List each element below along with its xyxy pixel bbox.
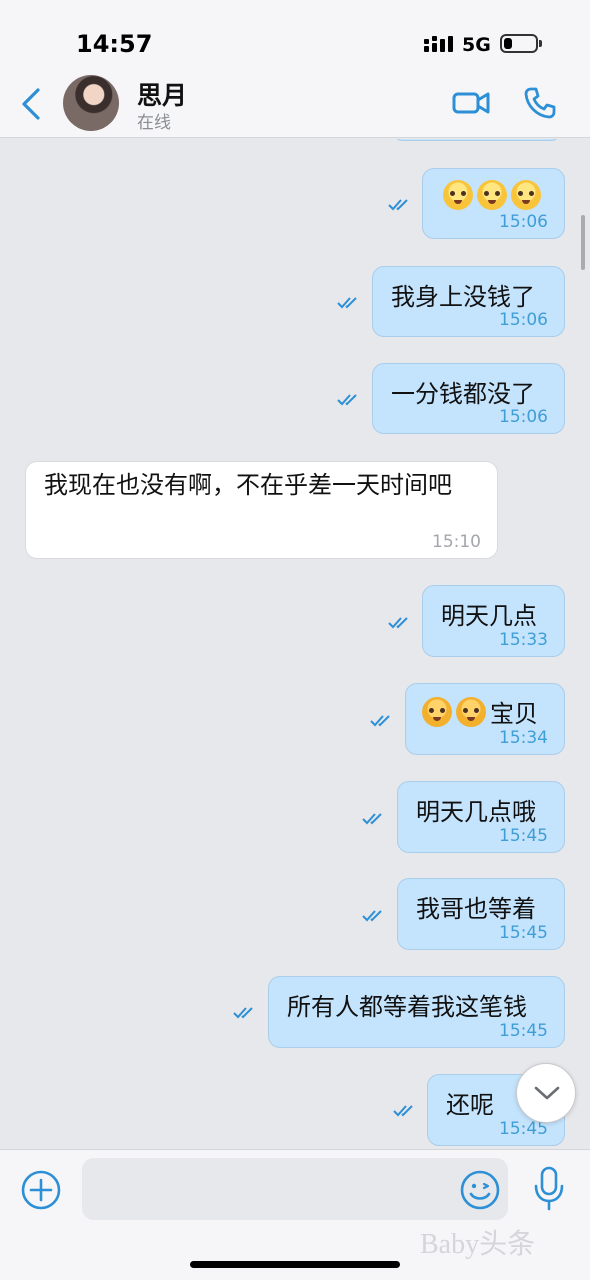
- battery-level: [504, 38, 512, 49]
- phone-icon[interactable]: [523, 86, 557, 120]
- message-bubble[interactable]: 我身上没钱了 15:06: [372, 266, 565, 337]
- attach-plus-icon[interactable]: [20, 1169, 62, 1211]
- message-content: 宝贝: [422, 694, 538, 729]
- cry-emoji-icon: [443, 180, 473, 210]
- message-time: 15:45: [499, 826, 548, 846]
- message-text: 我身上没钱了: [391, 283, 535, 311]
- contact-status: 在线: [137, 113, 171, 133]
- sob-emoji-icon: [422, 696, 452, 727]
- message-text: 一分钱都没了: [391, 380, 535, 408]
- message-time: 15:45: [499, 923, 548, 943]
- cry-emoji-icon: [477, 180, 507, 210]
- message-bubble[interactable]: 15:06: [422, 168, 565, 239]
- message-time: 15:10: [432, 532, 481, 552]
- message-bubble[interactable]: 明天几点哦 15:45: [397, 781, 565, 853]
- battery-icon: [500, 34, 542, 53]
- chat-header: 14:57 5G 思月 在线: [0, 0, 590, 138]
- message-time: 15:06: [499, 212, 548, 232]
- scroll-to-bottom-button[interactable]: [516, 1063, 576, 1123]
- message-text: 所有人都等着我这笔钱: [287, 993, 527, 1021]
- read-receipt-icon: [388, 617, 408, 629]
- read-receipt-icon: [370, 715, 390, 727]
- message-text: 还呢: [446, 1091, 494, 1119]
- message-time: 15:06: [499, 310, 548, 330]
- message-text: 明天几点: [441, 602, 537, 630]
- watermark: Baby头条: [420, 1229, 536, 1260]
- read-receipt-icon: [233, 1007, 253, 1019]
- sticker-smiley-icon[interactable]: [459, 1169, 501, 1211]
- home-indicator[interactable]: [190, 1261, 400, 1268]
- chevron-left-icon[interactable]: [16, 84, 46, 124]
- message-text: 我现在也没有啊，不在乎差一天时间吧: [44, 471, 452, 499]
- emoji-row: [443, 180, 545, 210]
- message-time: 15:33: [499, 630, 548, 650]
- message-bubble[interactable]: 我哥也等着 15:45: [397, 878, 565, 950]
- message-text: 宝贝: [490, 700, 538, 728]
- scrollbar[interactable]: [581, 215, 585, 270]
- message-time: 15:34: [499, 728, 548, 748]
- message-time: 15:45: [499, 1021, 548, 1041]
- message-input[interactable]: [82, 1158, 508, 1220]
- message-bubble[interactable]: 一分钱都没了 15:06: [372, 363, 565, 434]
- message-list[interactable]: 15:06 我身上没钱了 15:06 一分钱都没了 15:06 我现在也没有啊，…: [0, 139, 590, 1149]
- cry-emoji-icon: [511, 180, 541, 210]
- message-time: 15:06: [499, 407, 548, 427]
- signal-icon: [424, 36, 453, 52]
- message-text: 我哥也等着: [416, 895, 536, 923]
- read-receipt-icon: [362, 910, 382, 922]
- read-receipt-icon: [337, 394, 357, 406]
- video-camera-icon[interactable]: [452, 88, 490, 118]
- message-bubble[interactable]: 所有人都等着我这笔钱 15:45: [268, 976, 565, 1048]
- message-bubble-incoming[interactable]: 我现在也没有啊，不在乎差一天时间吧 15:10: [25, 461, 498, 559]
- avatar[interactable]: [63, 75, 119, 131]
- status-time: 14:57: [76, 30, 153, 58]
- sob-emoji-icon: [456, 696, 486, 727]
- read-receipt-icon: [393, 1105, 413, 1117]
- message-bubble-partial: [392, 139, 562, 141]
- read-receipt-icon: [388, 199, 408, 211]
- network-type: 5G: [462, 34, 491, 56]
- read-receipt-icon: [362, 813, 382, 825]
- message-bubble[interactable]: 宝贝 15:34: [405, 683, 565, 755]
- contact-name[interactable]: 思月: [137, 76, 187, 112]
- read-receipt-icon: [337, 297, 357, 309]
- chevron-down-icon: [534, 1086, 560, 1100]
- microphone-icon[interactable]: [533, 1166, 565, 1212]
- message-text: 明天几点哦: [416, 798, 536, 826]
- message-bubble[interactable]: 明天几点 15:33: [422, 585, 565, 657]
